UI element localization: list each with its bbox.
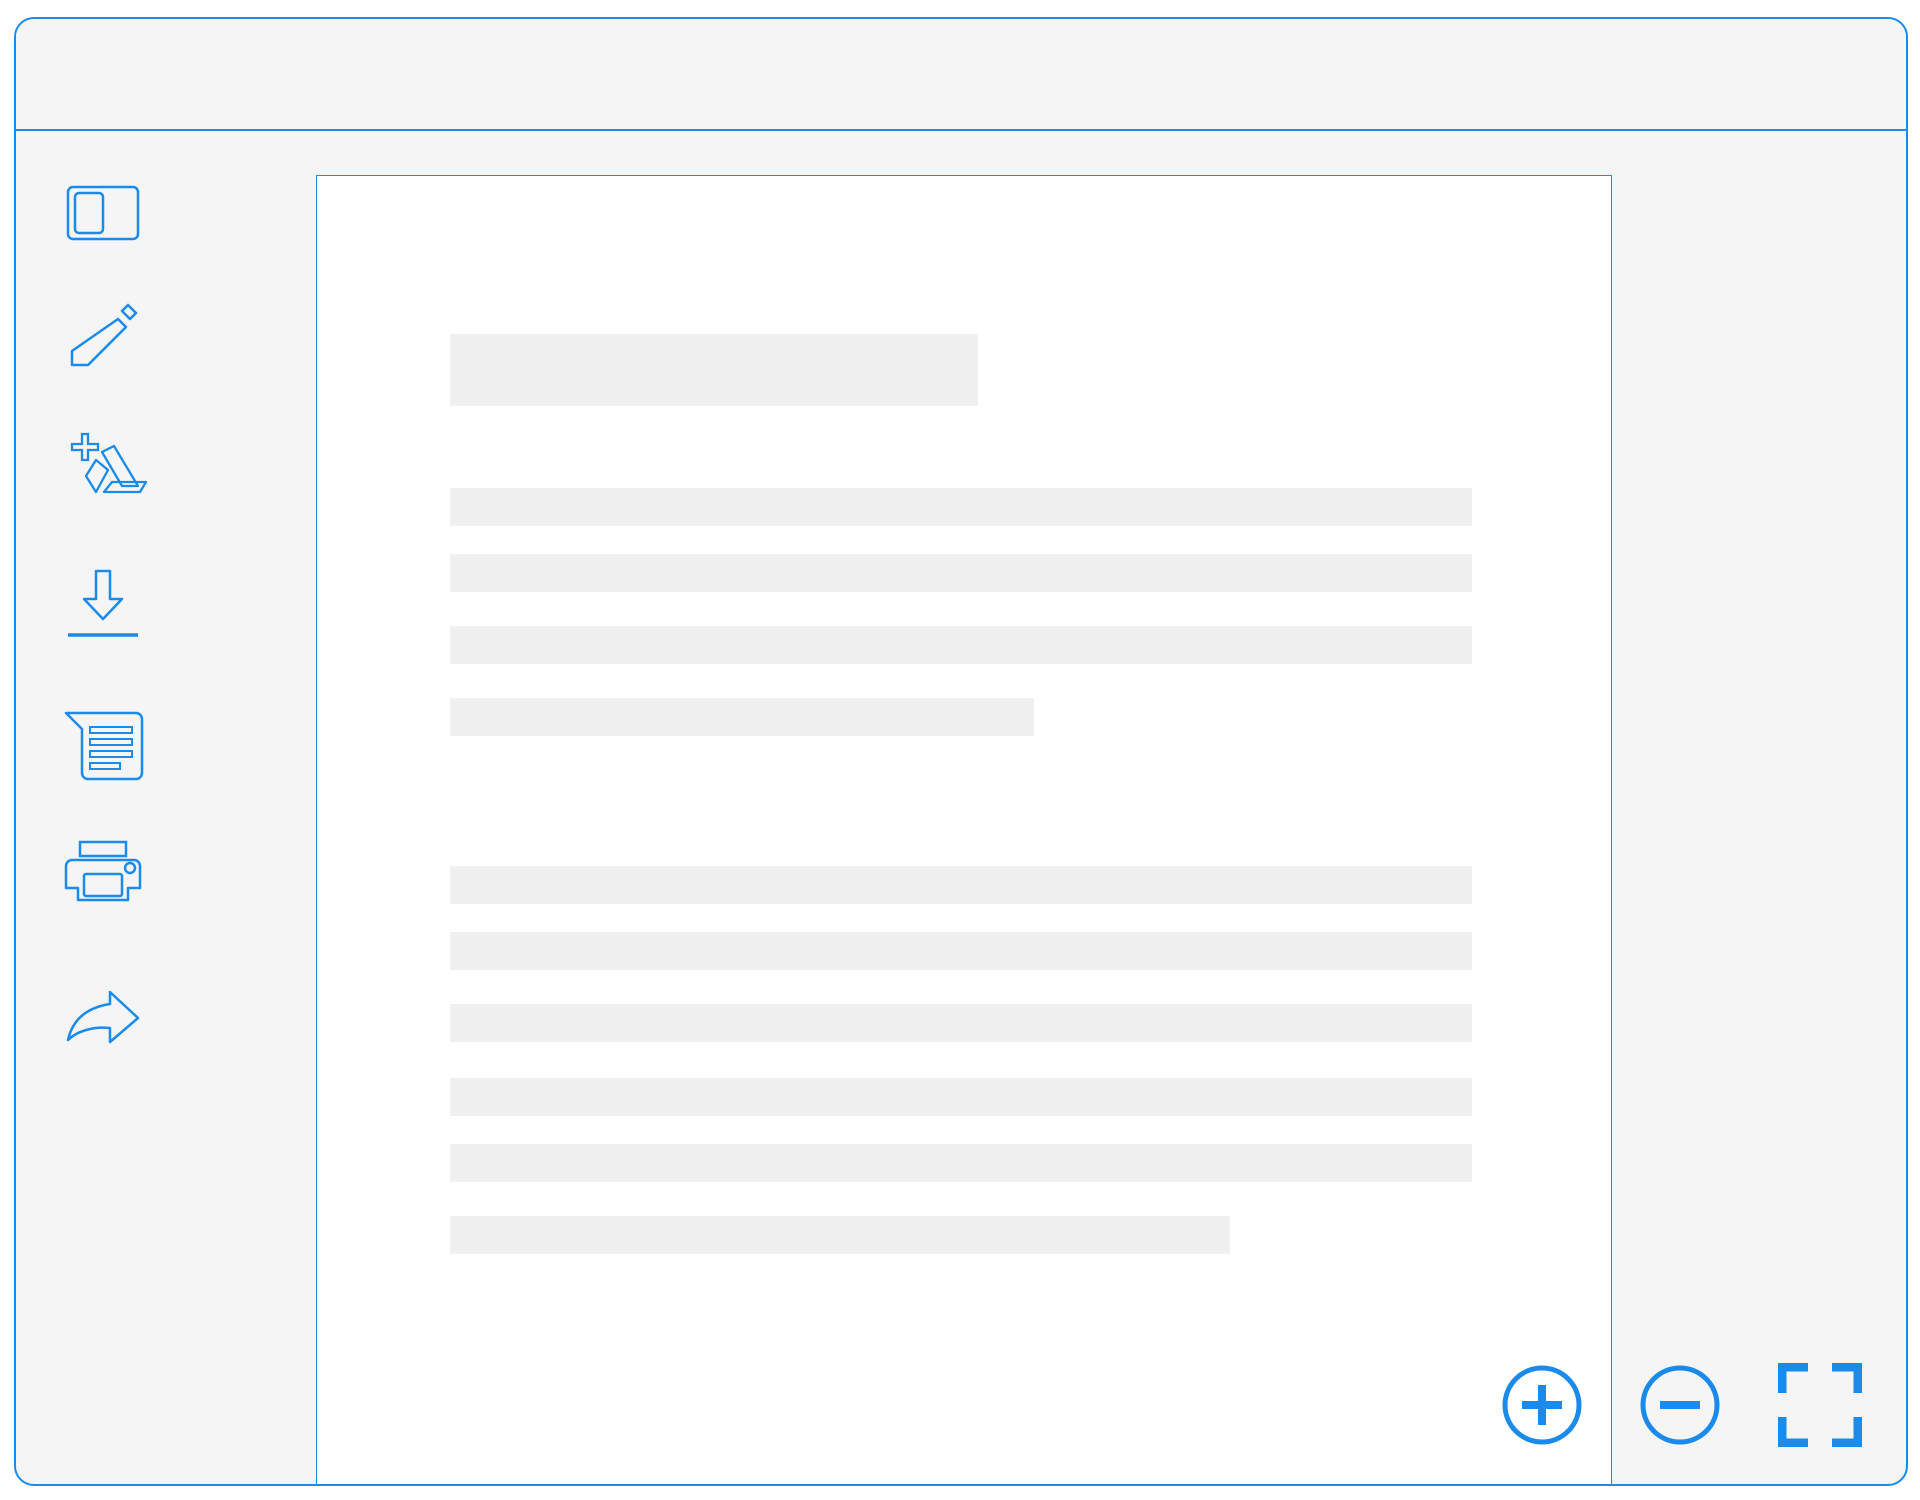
fullscreen-button[interactable]	[1777, 1362, 1863, 1448]
text-comment-button[interactable]	[58, 699, 148, 789]
text-line-placeholder	[450, 1144, 1472, 1182]
print-button[interactable]	[58, 834, 148, 924]
text-line-placeholder	[450, 1078, 1472, 1116]
text-line-placeholder	[450, 1004, 1472, 1042]
zoom-out-icon	[1640, 1365, 1720, 1445]
add-to-drive-icon	[70, 432, 148, 494]
document-page	[316, 175, 1612, 1484]
share-button[interactable]	[58, 964, 148, 1054]
download-button[interactable]	[58, 559, 148, 649]
edit-button[interactable]	[58, 297, 148, 387]
zoom-in-button[interactable]	[1500, 1363, 1584, 1447]
app-window	[14, 17, 1908, 1486]
share-icon	[66, 990, 140, 1044]
zoom-in-icon	[1502, 1365, 1582, 1445]
text-line-placeholder	[450, 626, 1472, 664]
text-line-placeholder	[450, 554, 1472, 592]
text-comment-icon	[64, 711, 144, 781]
fullscreen-icon	[1777, 1362, 1863, 1448]
document-title-placeholder	[450, 334, 978, 406]
text-line-placeholder	[450, 1216, 1230, 1254]
text-line-placeholder	[450, 932, 1472, 970]
pencil-icon	[70, 303, 138, 367]
text-line-placeholder	[450, 866, 1472, 904]
download-icon	[68, 569, 138, 637]
sidebar-toggle-icon	[66, 185, 140, 241]
sidebar-toggle-button[interactable]	[58, 169, 148, 259]
printer-icon	[64, 840, 142, 902]
add-to-drive-button[interactable]	[58, 424, 148, 514]
zoom-out-button[interactable]	[1638, 1363, 1722, 1447]
title-bar	[16, 19, 1906, 131]
text-line-placeholder	[450, 488, 1472, 526]
text-line-placeholder	[450, 698, 1034, 736]
